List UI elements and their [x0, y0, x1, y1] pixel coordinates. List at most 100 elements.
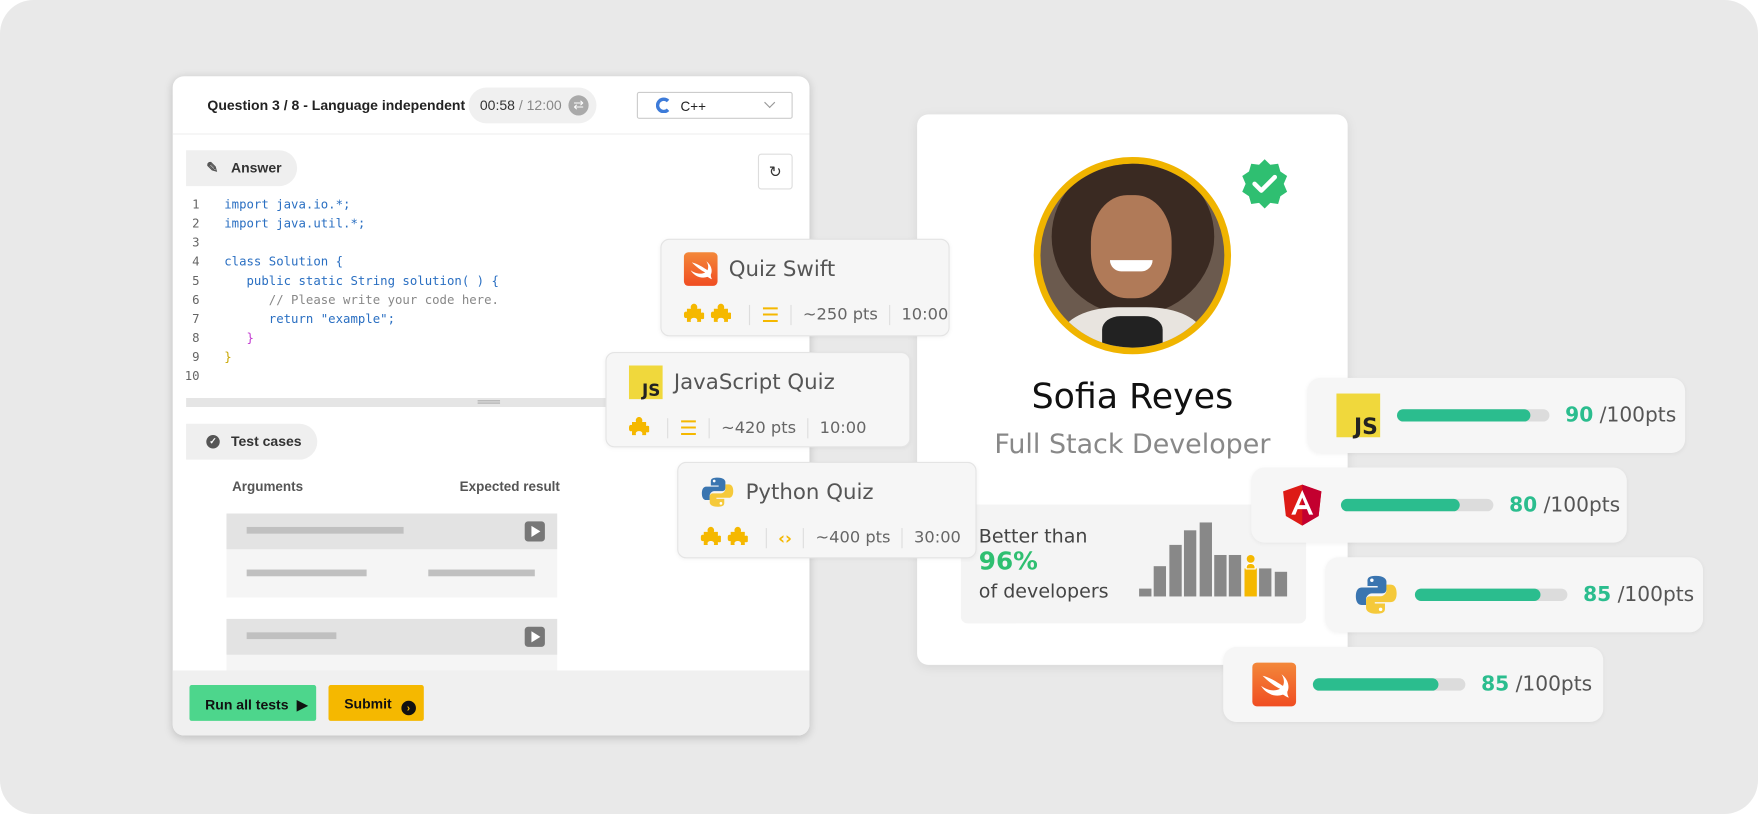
cpp-icon: [655, 97, 672, 114]
score-value: 80: [1509, 493, 1538, 517]
code-line: public static String solution( ) {: [224, 273, 499, 289]
code-line: import java.util.*;: [224, 216, 366, 231]
code-line: }: [224, 330, 254, 346]
editor-footer: Run all tests ▶ Submit ›: [172, 670, 810, 736]
profile-card: Sofia Reyes Full Stack Developer Better …: [917, 114, 1348, 665]
list-icon: ☰: [761, 303, 780, 327]
tab-test-cases-label: Test cases: [230, 433, 302, 450]
quiz-card[interactable]: JS JavaScript Quiz ☰ ~420 pts 10:00: [605, 352, 911, 448]
line-number: 8: [192, 330, 200, 346]
quiz-name: Quiz Swift: [728, 256, 836, 282]
play-icon[interactable]: [524, 626, 545, 647]
line-number: 7: [192, 311, 200, 327]
javascript-logo-icon: JS: [1336, 393, 1381, 438]
code-icon: ‹›: [778, 528, 792, 549]
tab-test-cases[interactable]: ✓ Test cases: [186, 423, 318, 460]
column-expected: Expected result: [459, 478, 560, 495]
profile-name: Sofia Reyes: [1031, 376, 1234, 418]
score-bar-fill: [1414, 588, 1541, 601]
histogram-bar: [1274, 571, 1287, 597]
quiz-name: Python Quiz: [745, 479, 874, 505]
score-bar: [1340, 498, 1494, 512]
score-value: 85: [1583, 583, 1612, 607]
difficulty: [628, 416, 656, 441]
submit-label: Submit: [344, 696, 392, 712]
difficulty: [683, 303, 738, 328]
line-number: 3: [192, 235, 200, 251]
skill-score-card: JS 90 /100pts: [1307, 377, 1686, 453]
quiz-card[interactable]: Python Quiz ‹› ~400 pts 30:00: [677, 461, 977, 559]
quiz-time: 10:00: [819, 419, 867, 438]
code-line: return "example";: [224, 311, 396, 327]
test-case-row[interactable]: [226, 618, 558, 678]
tab-answer-label: Answer: [230, 160, 282, 177]
quiz-name: JavaScript Quiz: [673, 369, 835, 395]
python-logo-icon: [1355, 575, 1397, 614]
verified-badge-icon: [1242, 159, 1288, 209]
histogram-bar: [1169, 545, 1182, 597]
puzzle-icon: [710, 303, 732, 322]
puzzle-icon: [700, 526, 721, 546]
test-case-row[interactable]: [226, 513, 558, 598]
score-max: /100pts: [1515, 672, 1593, 697]
line-number: 6: [192, 292, 200, 308]
score-bar-fill: [1396, 409, 1531, 422]
play-icon: ▶: [296, 697, 308, 714]
score-max: /100pts: [1617, 583, 1695, 607]
quiz-time: 10:00: [901, 306, 949, 325]
histogram-bar: [1139, 588, 1152, 597]
reset-button[interactable]: ↻: [757, 153, 793, 190]
skill-score-card: 80 /100pts: [1251, 467, 1627, 543]
of-developers-label: of developers: [978, 580, 1109, 604]
line-number: 4: [192, 254, 200, 270]
reset-icon: ↻: [768, 162, 782, 181]
line-number: 10: [184, 368, 200, 384]
switch-icon[interactable]: ⇄: [568, 95, 589, 116]
difficulty: [700, 526, 755, 551]
play-icon[interactable]: [524, 521, 545, 542]
language-value: C++: [680, 98, 706, 115]
check-circle-icon: ✓: [206, 435, 220, 449]
score-bar-fill: [1340, 498, 1460, 512]
javascript-logo-icon: JS: [628, 365, 663, 400]
score-bar-fill: [1312, 678, 1439, 691]
language-select[interactable]: C++: [636, 91, 793, 119]
timer-elapsed: 00:58: [479, 97, 515, 114]
score-value: 90: [1565, 403, 1594, 428]
pencil-icon: ✎: [206, 159, 219, 177]
submit-button[interactable]: Submit ›: [328, 685, 424, 721]
tab-answer[interactable]: ✎ Answer: [186, 150, 298, 187]
histogram-bar-highlight: [1244, 554, 1257, 597]
puzzle-icon: [628, 416, 650, 436]
quiz-time: 30:00: [914, 529, 961, 548]
score-max: /100pts: [1543, 493, 1621, 517]
swift-logo-icon: [683, 252, 718, 286]
code-line: // Please write your code here.: [224, 292, 499, 308]
histogram-bar: [1184, 530, 1197, 597]
histogram-bar: [1214, 554, 1227, 597]
line-number: 5: [192, 273, 200, 289]
puzzle-icon: [683, 303, 705, 322]
code-line: import java.io.*;: [224, 197, 351, 212]
swift-logo-icon: [1252, 662, 1297, 707]
histogram-bar: [1154, 565, 1167, 597]
python-logo-icon: [701, 477, 734, 507]
code-line: class Solution {: [224, 254, 344, 270]
question-label: Question 3 / 8 - Language independent: [207, 97, 466, 114]
line-number: 2: [192, 216, 200, 231]
quiz-points: ~400 pts: [815, 529, 891, 548]
quiz-points: ~250 pts: [802, 306, 878, 325]
run-all-tests-button[interactable]: Run all tests ▶: [189, 685, 317, 721]
score-value: 85: [1481, 672, 1510, 697]
divider: [172, 133, 810, 135]
score-bar: [1396, 409, 1550, 422]
histogram-bar: [1259, 568, 1272, 597]
skill-score-card: 85 /100pts: [1325, 557, 1704, 633]
better-than-label: Better than: [978, 525, 1088, 549]
quiz-points: ~420 pts: [721, 419, 797, 438]
score-max: /100pts: [1599, 403, 1677, 428]
line-number: 1: [192, 197, 200, 212]
chevron-down-icon: [764, 97, 776, 109]
angular-logo-icon: [1283, 484, 1322, 526]
quiz-card[interactable]: Quiz Swift ☰ ~250 pts 10:00: [660, 238, 950, 337]
